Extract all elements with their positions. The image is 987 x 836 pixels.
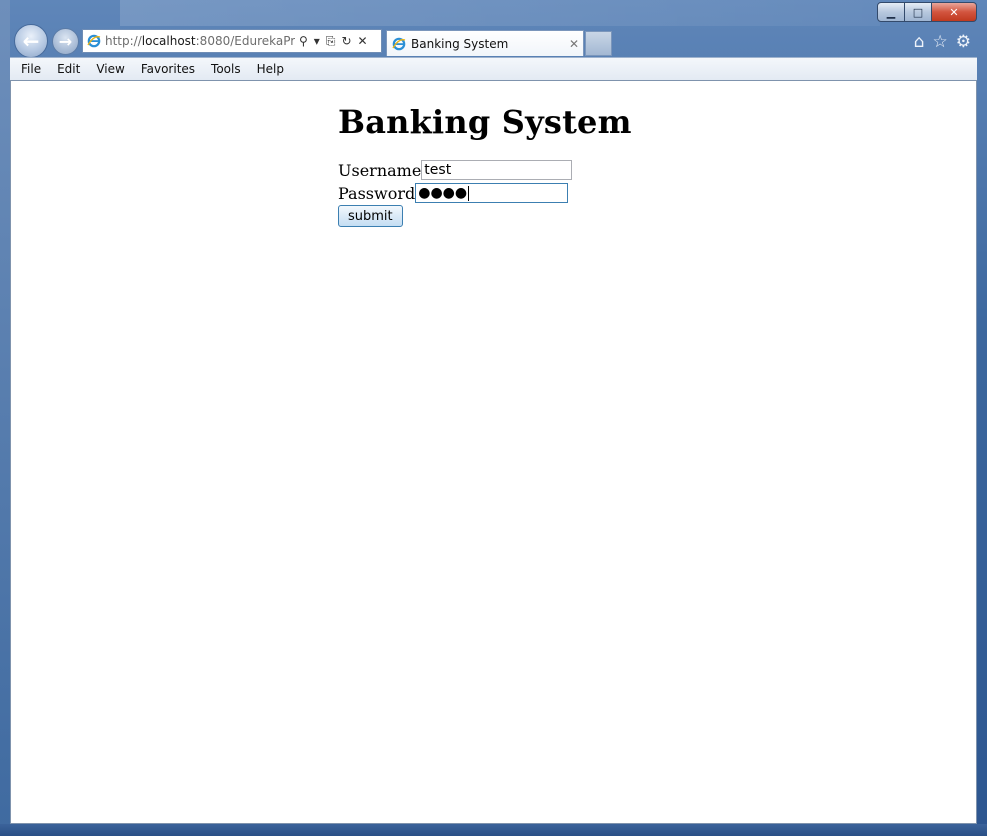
tab-banking-system[interactable]: Banking System ✕ [386, 30, 584, 56]
password-input[interactable]: ●●●● [415, 183, 569, 203]
browser-window: ▁ □ ✕ ← → http://localhost:8080/EdurekaP… [0, 0, 987, 836]
menu-favorites[interactable]: Favorites [133, 62, 203, 76]
close-window-button[interactable]: ✕ [932, 2, 977, 22]
submit-button[interactable]: submit [338, 205, 403, 227]
forward-button[interactable]: → [52, 28, 79, 55]
password-value: ●●●● [418, 185, 468, 201]
caption-buttons: ▁ □ ✕ [877, 2, 977, 22]
search-icon[interactable]: ⚲ [299, 34, 308, 49]
stop-icon[interactable]: ✕ [358, 34, 368, 49]
username-label: Username [338, 160, 422, 180]
refresh-icon[interactable]: ↻ [341, 34, 351, 49]
new-tab-button[interactable] [585, 31, 612, 56]
username-row: Username test [338, 159, 632, 181]
menu-view[interactable]: View [88, 62, 132, 76]
login-page: Banking System Username test Password ●●… [338, 81, 632, 227]
password-label: Password [338, 183, 416, 203]
dropdown-icon[interactable]: ▾ [314, 34, 320, 49]
ie-logo-icon [87, 34, 101, 48]
url-host: localhost [141, 34, 196, 48]
menu-help[interactable]: Help [249, 62, 292, 76]
url-path: :8080/EdurekaProjec [195, 34, 295, 48]
back-button[interactable]: ← [14, 24, 48, 58]
page-content: Banking System Username test Password ●●… [10, 80, 977, 824]
home-icon[interactable]: ⌂ [914, 32, 925, 52]
window-frame-left [0, 0, 10, 836]
gear-icon[interactable]: ⚙ [956, 32, 971, 52]
address-bar-icons: ⚲ ▾ ⎘ ↻ ✕ [299, 34, 368, 49]
menu-file[interactable]: File [10, 62, 49, 76]
password-row: Password ●●●● [338, 182, 632, 204]
toolbar-right: ⌂ ☆ ⚙ [914, 32, 971, 52]
ie-logo-icon [392, 37, 406, 50]
title-bar [120, 0, 880, 26]
tab-close-icon[interactable]: ✕ [565, 37, 583, 51]
minimize-button[interactable]: ▁ [877, 2, 905, 22]
menu-tools[interactable]: Tools [203, 62, 249, 76]
window-frame-bottom [0, 824, 987, 836]
page-title: Banking System [338, 103, 632, 141]
tab-title: Banking System [411, 36, 509, 51]
arrow-left-icon: ← [22, 29, 40, 53]
favorites-star-icon[interactable]: ☆ [933, 32, 948, 52]
url-scheme: http:// [105, 34, 142, 48]
arrow-right-icon: → [58, 32, 73, 51]
text-caret [468, 185, 470, 201]
menu-bar: File Edit View Favorites Tools Help [10, 57, 977, 81]
menu-edit[interactable]: Edit [49, 62, 88, 76]
username-input[interactable]: test [421, 160, 573, 180]
maximize-button[interactable]: □ [905, 2, 932, 22]
username-value: test [424, 162, 452, 178]
address-url[interactable]: http://localhost:8080/EdurekaProjec [105, 34, 295, 48]
address-bar[interactable]: http://localhost:8080/EdurekaProjec ⚲ ▾ … [82, 29, 382, 53]
compatibility-view-icon[interactable]: ⎘ [326, 34, 336, 49]
